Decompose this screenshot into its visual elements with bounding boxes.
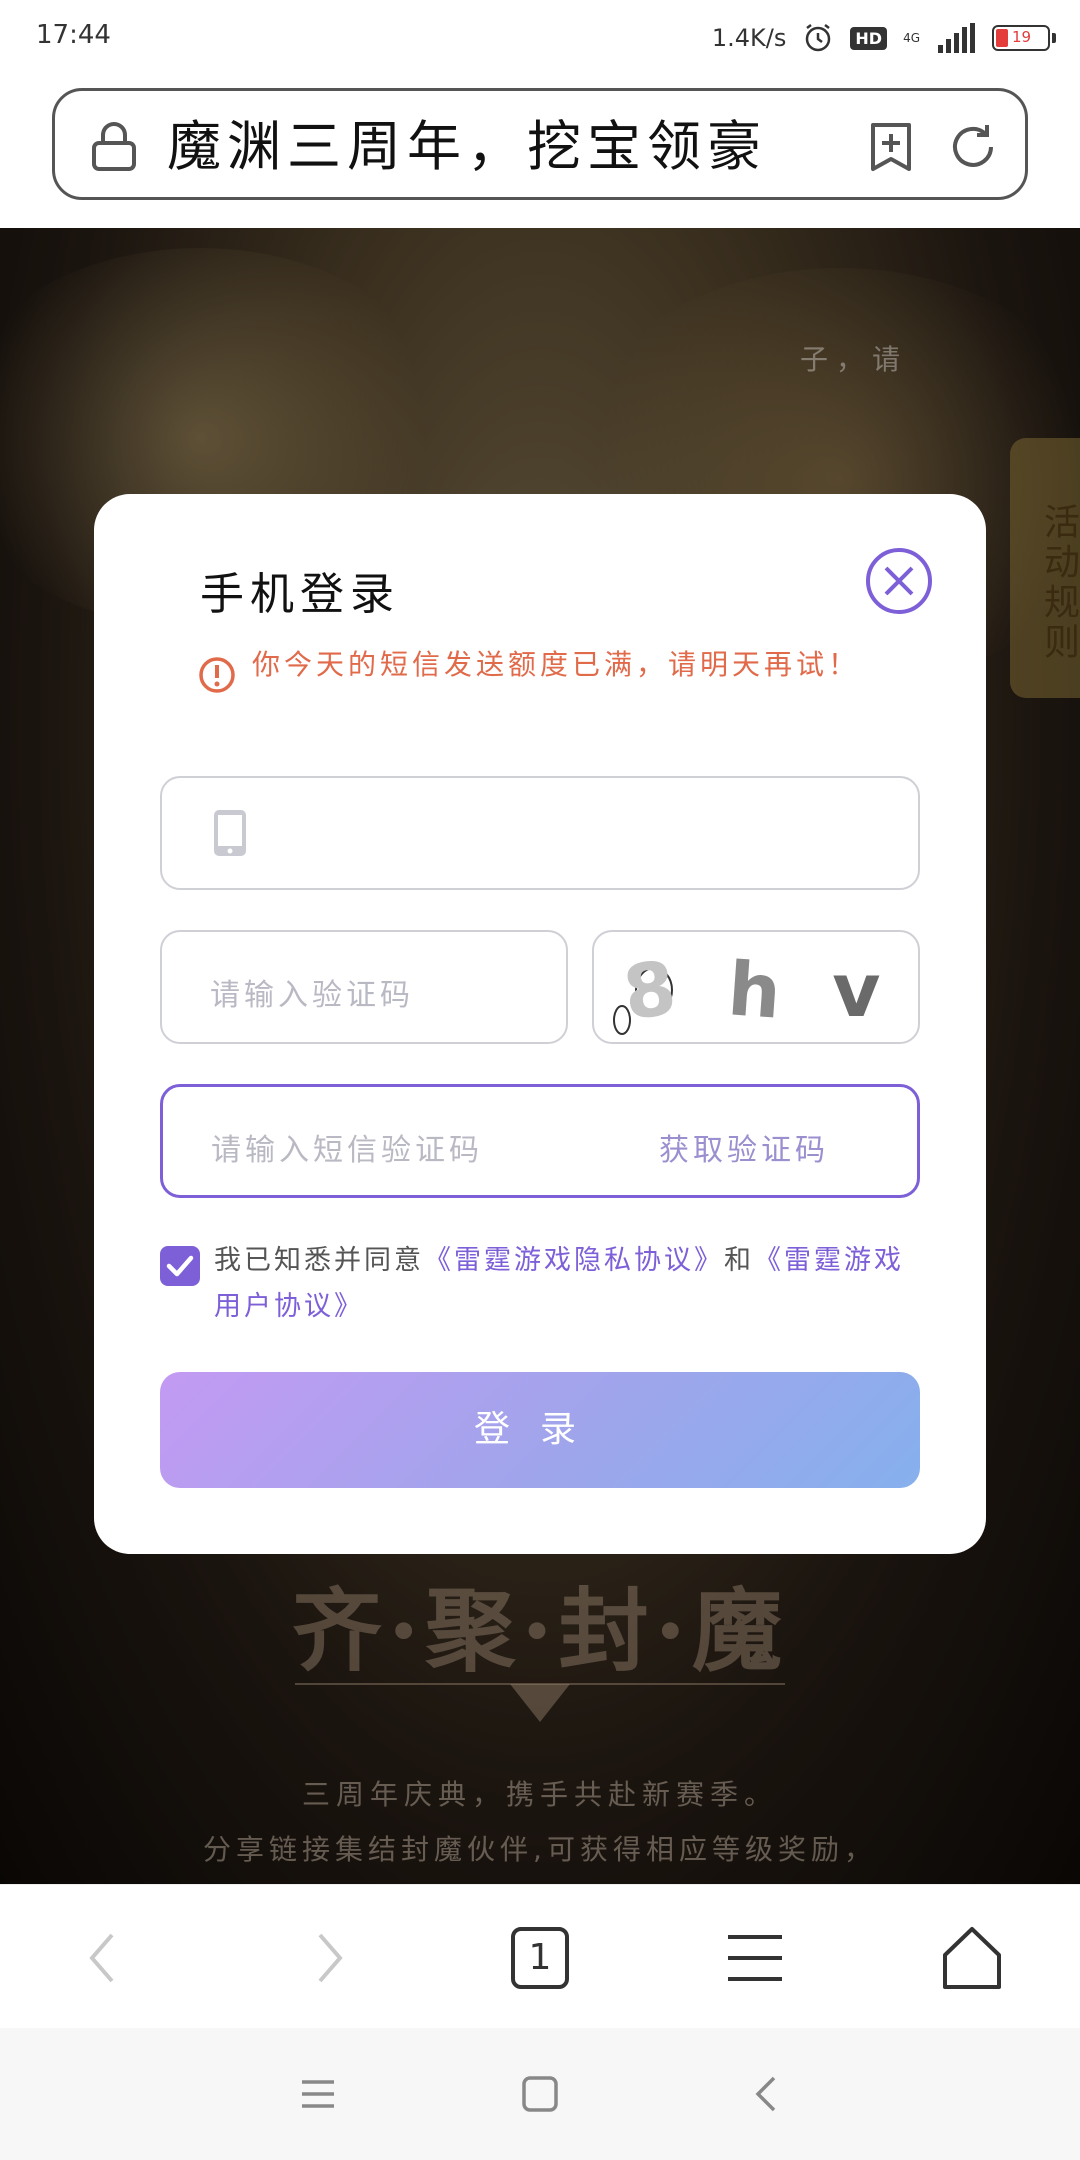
- captcha-input[interactable]: 请输入验证码: [160, 930, 568, 1044]
- banner-line-2: 分享链接集结封魔伙伴,可获得相应等级奖励，: [203, 1833, 877, 1866]
- captcha-char: 8: [618, 944, 682, 1038]
- agreement-checkbox[interactable]: [160, 1246, 200, 1286]
- status-time: 17:44: [36, 20, 111, 50]
- browser-toolbar: 1: [0, 1884, 1080, 2029]
- recents-icon[interactable]: [292, 2068, 344, 2120]
- close-icon[interactable]: [864, 546, 934, 616]
- phone-icon: [214, 810, 246, 856]
- address-bar[interactable]: 魔渊三周年，挖宝领豪: [52, 88, 1028, 200]
- alarm-icon: [806, 24, 831, 52]
- page-title[interactable]: 魔渊三周年，挖宝领豪: [167, 115, 847, 179]
- agreement-text: 我已知悉并同意《雷霆游戏隐私协议》和《雷霆游戏用户协议》: [214, 1238, 926, 1330]
- background-top-text: 子，请: [800, 343, 909, 376]
- tabs-icon[interactable]: 1: [503, 1921, 577, 1995]
- error-message: 你今天的短信发送额度已满，请明天再试！: [252, 648, 861, 681]
- home-icon[interactable]: [935, 1921, 1009, 1995]
- captcha-characters: 8 h v x: [618, 945, 918, 1037]
- banner-ornament: [295, 1683, 785, 1722]
- system-navigation-bar: [0, 2028, 1080, 2160]
- refresh-icon[interactable]: [947, 121, 999, 173]
- back-arrow-icon[interactable]: [68, 1921, 142, 1995]
- sms-code-placeholder: 请输入短信验证码: [211, 1133, 483, 1168]
- agreement-prefix: 我已知悉并同意: [214, 1245, 424, 1276]
- battery-level: 19: [1012, 28, 1032, 46]
- network-type: 4G: [903, 31, 920, 45]
- modal-title: 手机登录: [200, 569, 400, 620]
- banner-title: 齐·聚·封·魔: [292, 1578, 788, 1684]
- phone-number-field[interactable]: [160, 776, 920, 890]
- activity-rules-tab[interactable]: 活动规则: [1010, 438, 1080, 698]
- tab-count: 1: [528, 1937, 552, 1978]
- menu-icon[interactable]: [718, 1921, 792, 1995]
- battery-icon: 19: [992, 25, 1056, 51]
- captcha-placeholder: 请输入验证码: [210, 978, 414, 1013]
- add-bookmark-icon[interactable]: [867, 121, 915, 173]
- agreement-connector: 和: [724, 1245, 754, 1276]
- hd-badge: HD: [850, 26, 888, 50]
- signal-icon: [938, 23, 975, 53]
- captcha-image[interactable]: 8 h v x: [592, 930, 920, 1044]
- net-speed: 1.4K/s: [711, 24, 787, 52]
- lock-icon: [92, 122, 136, 171]
- forward-arrow-icon[interactable]: [290, 1921, 364, 1995]
- login-modal: 手机登录 你今天的短信发送额度已满，请明天再试！ 请输入验证码 8 h v 请输…: [94, 494, 986, 1554]
- back-icon[interactable]: [742, 2068, 794, 2120]
- get-code-button[interactable]: 获取验证码: [659, 1125, 829, 1169]
- privacy-agreement-link[interactable]: 《雷霆游戏隐私协议》: [424, 1245, 724, 1276]
- captcha-char: v: [832, 948, 881, 1034]
- status-bar: 17:44 1.4K/s HD 4G 19: [0, 0, 1080, 78]
- sms-code-field[interactable]: 请输入短信验证码 获取验证码: [160, 1084, 920, 1198]
- captcha-char: h: [724, 946, 784, 1036]
- login-button[interactable]: 登录: [160, 1372, 920, 1488]
- status-indicators: 1.4K/s HD 4G 19: [711, 18, 1056, 58]
- home-square-icon[interactable]: [514, 2068, 566, 2120]
- error-icon: [199, 657, 235, 693]
- banner-line-1: 三周年庆典，携手共赴新赛季。: [301, 1778, 778, 1811]
